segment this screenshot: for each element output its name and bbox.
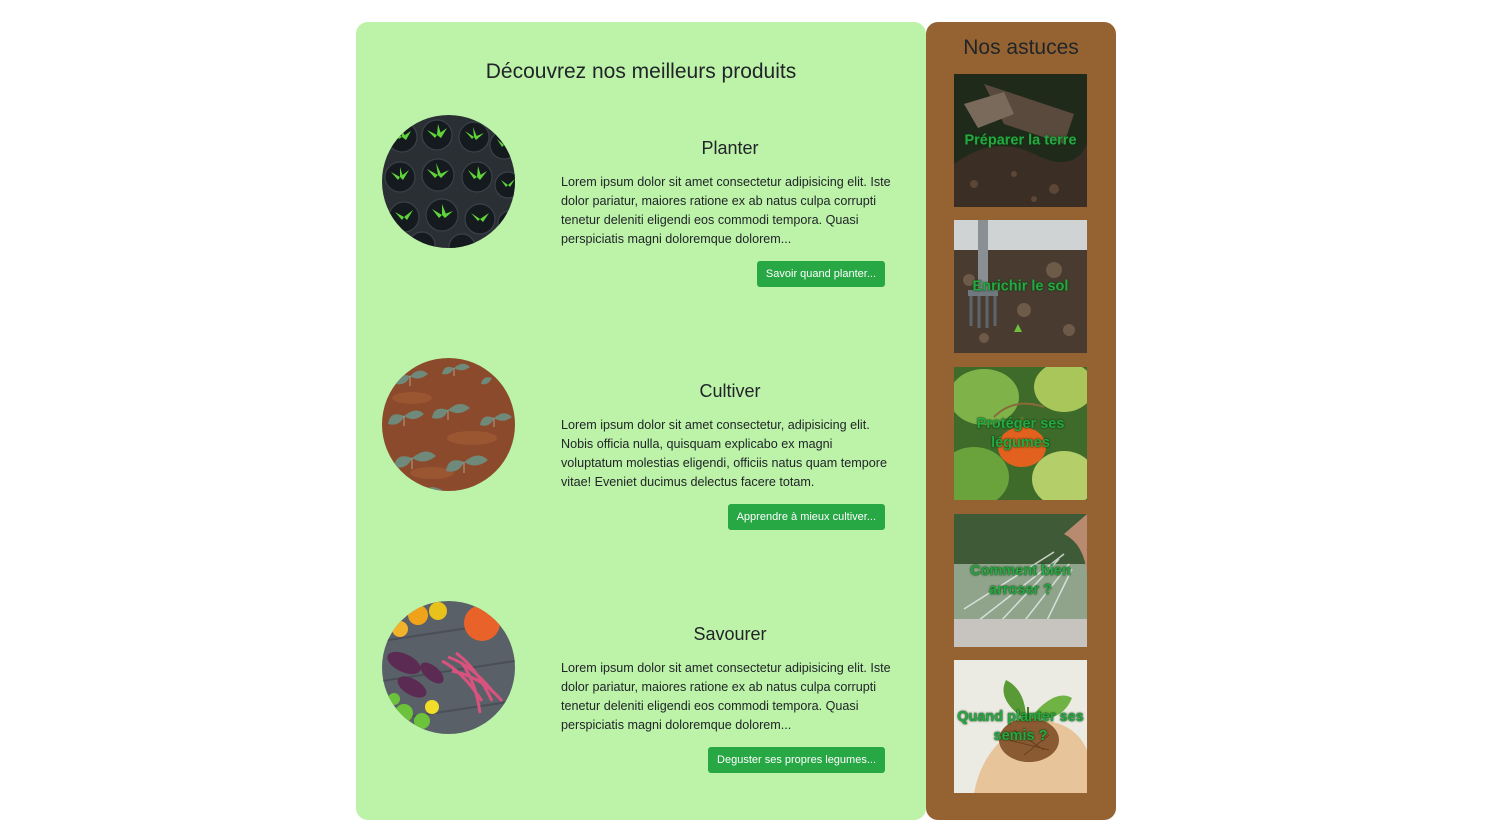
tip-prepare-soil[interactable]: Préparer la terre [954,74,1087,207]
product-description: Lorem ipsum dolor sit amet consectetur, … [561,418,887,489]
products-section: Découvrez nos meilleurs produits Planter… [356,22,926,820]
seedlings-image [382,115,515,248]
product-title: Cultiver [699,381,761,401]
tip-label: Préparer la terre [964,132,1077,148]
product-title: Planter [701,138,759,158]
vegetables-image [382,601,515,734]
product-card-planter: Planter Lorem ipsum dolor sit amet conse… [356,115,926,287]
tip-watering[interactable]: Comment bien arroser ? [954,514,1087,647]
tip-protect-vegetables[interactable]: Protéger ses légumes [954,367,1087,500]
taste-vegetables-button[interactable]: Deguster ses propres legumes... [708,747,885,773]
tips-sidebar: Nos astuces Préparer la terre Enrichir l… [926,22,1116,820]
product-description: Lorem ipsum dolor sit amet consectetur a… [561,175,891,246]
product-title: Savourer [693,624,767,644]
tip-label: Protéger ses légumes [976,415,1065,451]
tips-title: Nos astuces [963,36,1079,59]
tip-label: Quand planter ses semis ? [957,708,1084,744]
tip-planting-seeds[interactable]: Quand planter ses semis ? [954,660,1087,793]
field-crops-image [382,358,515,491]
tip-label: Comment bien arroser ? [970,562,1071,598]
product-description: Lorem ipsum dolor sit amet consectetur a… [561,661,891,732]
when-to-plant-button[interactable]: Savoir quand planter... [756,261,885,287]
products-title: Découvrez nos meilleurs produits [485,60,797,83]
tip-label: Enrichir le sol [972,278,1069,294]
product-card-cultiver: Cultiver Lorem ipsum dolor sit amet cons… [356,358,926,530]
learn-to-grow-button[interactable]: Apprendre à mieux cultiver... [727,504,885,530]
tip-enrich-soil[interactable]: Enrichir le sol [954,220,1087,353]
product-card-savourer: Savourer Lorem ipsum dolor sit amet cons… [356,601,926,773]
